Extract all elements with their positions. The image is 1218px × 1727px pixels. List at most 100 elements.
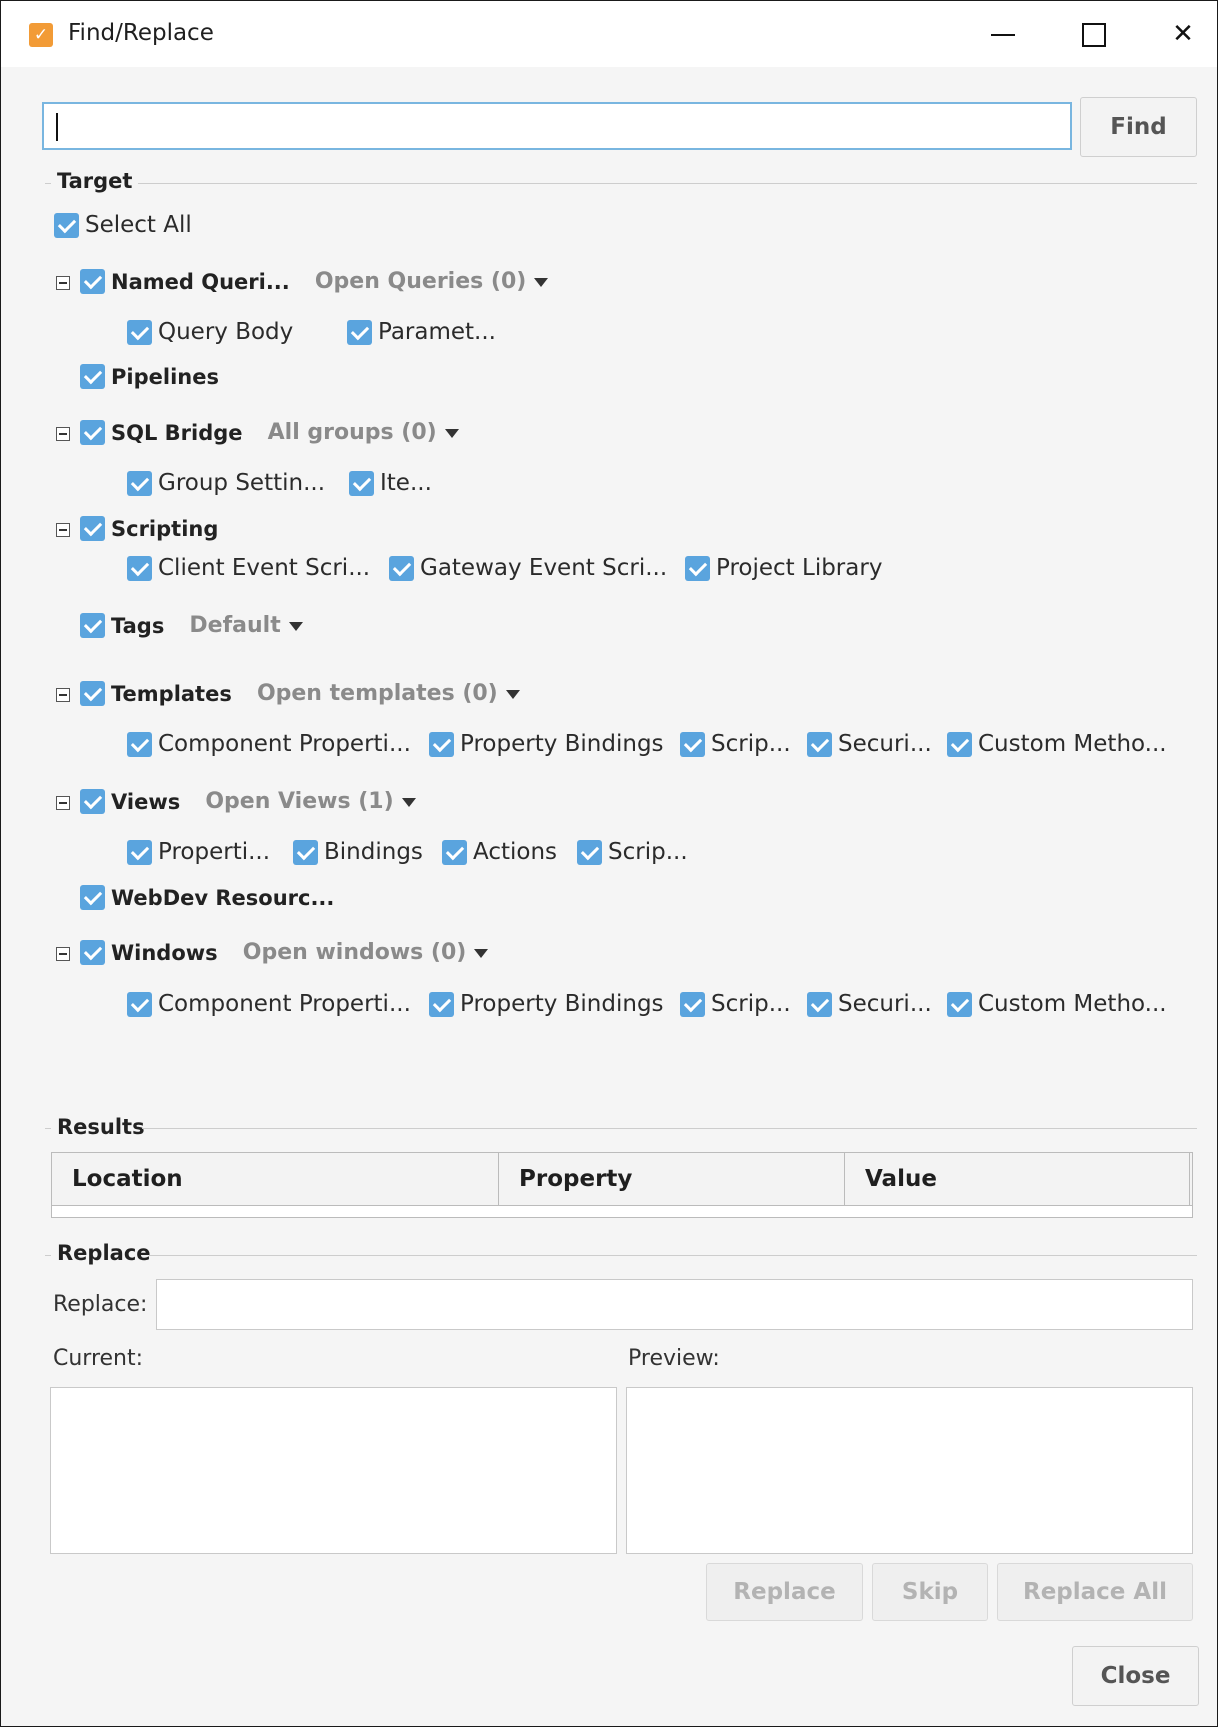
caret-down-icon — [474, 948, 489, 958]
collapse-templates-toggle[interactable] — [56, 688, 70, 702]
sql-bridge-label: SQL Bridge — [111, 420, 243, 445]
items-checkbox[interactable]: Ite... — [349, 470, 432, 500]
properties-label: Properti... — [158, 839, 271, 865]
open-templates-dropdown-label: Open templates (0) — [256, 681, 498, 706]
open-windows-dropdown[interactable]: Open windows (0) — [243, 940, 489, 965]
window-title: Find/Replace — [68, 20, 214, 46]
component-properties-label: Component Properti... — [158, 991, 411, 1017]
checkbox-checked-icon — [80, 885, 105, 910]
named-queries-checkbox[interactable]: Named Queri... Open Queries (0) — [80, 269, 549, 299]
webdev-resources-checkbox[interactable]: WebDev Resourc... — [80, 885, 334, 915]
results-table[interactable]: Location Property Value — [51, 1152, 1193, 1218]
query-body-checkbox[interactable]: Query Body — [127, 319, 293, 349]
checkbox-checked-icon — [807, 731, 832, 757]
collapse-named-queries-toggle[interactable] — [56, 276, 70, 290]
windows-checkbox[interactable]: Windows Open windows (0) — [80, 940, 489, 970]
checkbox-checked-icon — [127, 470, 152, 496]
checkbox-checked-icon — [80, 516, 105, 541]
maximize-icon — [1082, 22, 1106, 47]
checkbox-checked-icon — [947, 991, 972, 1017]
client-event-scripts-checkbox[interactable]: Client Event Scri... — [127, 555, 370, 585]
templates-scripting-checkbox[interactable]: Scrip... — [680, 731, 791, 761]
column-header-location[interactable]: Location — [52, 1153, 499, 1205]
scripting-checkbox[interactable]: Scripting — [80, 516, 218, 546]
skip-button[interactable]: Skip — [872, 1563, 988, 1621]
caret-down-icon — [288, 621, 303, 631]
collapse-windows-toggle[interactable] — [56, 947, 70, 961]
security-label: Securi... — [838, 731, 932, 757]
parameters-label: Paramet... — [378, 319, 496, 345]
security-label: Securi... — [838, 991, 932, 1017]
results-section-title: Results — [57, 1115, 145, 1139]
views-checkbox[interactable]: Views Open Views (1) — [80, 789, 416, 819]
gateway-event-scripts-checkbox[interactable]: Gateway Event Scri... — [389, 555, 667, 585]
open-views-dropdown[interactable]: Open Views (1) — [205, 789, 416, 814]
column-header-property[interactable]: Property — [499, 1153, 845, 1205]
collapse-sql-bridge-toggle[interactable] — [56, 427, 70, 441]
section-dash — [45, 1128, 51, 1129]
column-header-value[interactable]: Value — [845, 1153, 1190, 1205]
section-divider — [149, 1255, 1197, 1256]
app-icon: ✓ — [29, 23, 53, 47]
section-dash — [45, 1255, 51, 1256]
views-scripting-checkbox[interactable]: Scrip... — [577, 839, 688, 869]
property-bindings-label: Property Bindings — [460, 991, 664, 1017]
templates-custom-methods-checkbox[interactable]: Custom Metho... — [947, 731, 1167, 761]
search-input[interactable] — [42, 102, 1072, 150]
templates-component-properties-checkbox[interactable]: Component Properti... — [127, 731, 411, 761]
replace-button[interactable]: Replace — [706, 1563, 863, 1621]
preview-text-area[interactable] — [626, 1387, 1193, 1554]
views-properties-checkbox[interactable]: Properti... — [127, 839, 270, 869]
sql-bridge-checkbox[interactable]: SQL Bridge All groups (0) — [80, 420, 459, 450]
tags-checkbox[interactable]: Tags Default — [80, 613, 303, 643]
tag-provider-dropdown[interactable]: Default — [189, 613, 303, 638]
checkbox-checked-icon — [947, 731, 972, 757]
replace-input[interactable] — [156, 1279, 1193, 1330]
views-actions-checkbox[interactable]: Actions — [442, 839, 557, 869]
close-window-button[interactable]: ✕ — [1153, 9, 1213, 59]
open-views-dropdown-label: Open Views (1) — [205, 789, 394, 814]
scripting-child-label: Scrip... — [711, 731, 791, 757]
project-library-checkbox[interactable]: Project Library — [685, 555, 882, 585]
windows-component-properties-checkbox[interactable]: Component Properti... — [127, 991, 411, 1021]
checkbox-checked-icon — [127, 731, 152, 757]
open-queries-dropdown[interactable]: Open Queries (0) — [315, 269, 549, 294]
caret-down-icon — [534, 277, 549, 287]
maximize-button[interactable] — [1064, 9, 1124, 59]
webdev-resources-label: WebDev Resourc... — [111, 885, 335, 910]
windows-scripting-checkbox[interactable]: Scrip... — [680, 991, 791, 1021]
windows-property-bindings-checkbox[interactable]: Property Bindings — [429, 991, 664, 1021]
windows-security-checkbox[interactable]: Securi... — [807, 991, 932, 1021]
pipelines-label: Pipelines — [111, 364, 219, 389]
pipelines-checkbox[interactable]: Pipelines — [80, 364, 219, 394]
windows-custom-methods-checkbox[interactable]: Custom Metho... — [947, 991, 1167, 1021]
caret-down-icon — [444, 428, 459, 438]
parameters-checkbox[interactable]: Paramet... — [347, 319, 496, 349]
templates-security-checkbox[interactable]: Securi... — [807, 731, 932, 761]
section-dash — [45, 183, 51, 184]
close-button[interactable]: Close — [1072, 1646, 1199, 1706]
all-groups-dropdown-label: All groups (0) — [267, 420, 437, 445]
group-settings-checkbox[interactable]: Group Settin... — [127, 470, 325, 500]
templates-checkbox[interactable]: Templates Open templates (0) — [80, 681, 520, 711]
minimize-button[interactable] — [973, 9, 1033, 59]
preview-label: Preview: — [628, 1346, 720, 1371]
client-event-scripts-label: Client Event Scri... — [158, 555, 371, 581]
actions-label: Actions — [473, 839, 558, 865]
replace-all-button[interactable]: Replace All — [997, 1563, 1193, 1621]
collapse-views-toggle[interactable] — [56, 796, 70, 810]
views-bindings-checkbox[interactable]: Bindings — [293, 839, 423, 869]
windows-label: Windows — [111, 940, 218, 965]
templates-property-bindings-checkbox[interactable]: Property Bindings — [429, 731, 664, 761]
collapse-scripting-toggle[interactable] — [56, 523, 70, 537]
select-all-checkbox[interactable]: Select All — [54, 212, 192, 242]
current-text-area[interactable] — [50, 1387, 617, 1554]
all-groups-dropdown[interactable]: All groups (0) — [268, 420, 459, 445]
checkbox-checked-icon — [127, 839, 152, 865]
bindings-label: Bindings — [324, 839, 423, 865]
custom-methods-label: Custom Metho... — [978, 731, 1167, 757]
select-all-label: Select All — [85, 212, 192, 238]
open-templates-dropdown[interactable]: Open templates (0) — [257, 681, 520, 706]
find-button[interactable]: Find — [1080, 97, 1197, 157]
section-divider — [138, 183, 1197, 184]
